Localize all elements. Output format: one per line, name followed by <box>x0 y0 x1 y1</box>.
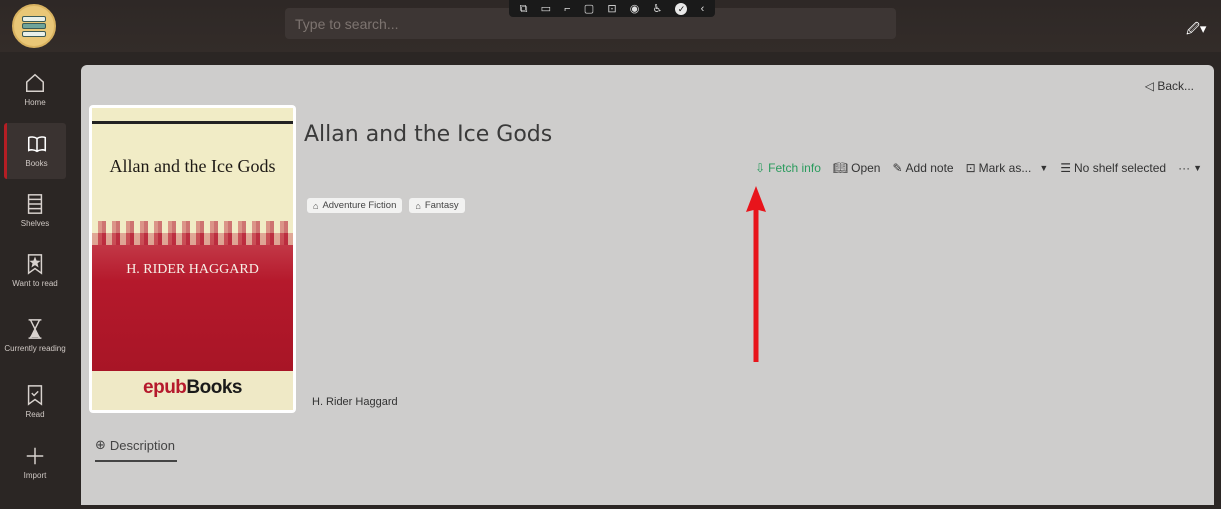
publisher-logo-epub: epub <box>143 377 187 398</box>
tag-list: ⌂ Adventure Fiction ⌂ Fantasy <box>307 198 472 213</box>
fetch-info-label: Fetch info <box>768 161 821 175</box>
screen-add-icon[interactable]: ⧉ <box>520 2 528 16</box>
book-actions-toolbar: ⇩ Fetch info 📖︎ Open ✎ Add note ⊡ Mark a… <box>743 161 1202 175</box>
tag-label: Adventure Fiction <box>322 200 397 211</box>
collapse-icon[interactable]: ‹ <box>701 2 705 16</box>
check-icon[interactable]: ✓ <box>675 2 688 15</box>
sidebar: Home Books Shelves Want to read Currentl… <box>0 52 70 509</box>
mark-as-dropdown[interactable]: ⊡ Mark as... ▼ <box>966 161 1049 175</box>
cover-author: H. RIDER HAGGARD <box>126 262 259 277</box>
pen-menu-icon[interactable]: 🖉▾ <box>1186 20 1206 42</box>
tag-chip[interactable]: ⌂ Fantasy <box>409 198 465 213</box>
sidebar-item-label: Currently reading <box>4 344 66 353</box>
shelf-icon: ☰ <box>1060 161 1072 175</box>
tag-label: Fantasy <box>424 200 459 211</box>
annotation-arrow <box>746 186 766 362</box>
sidebar-item-currently-reading[interactable]: Currently reading <box>4 308 66 364</box>
cover-title: Allan and the Ice Gods <box>109 156 276 176</box>
screens-icon[interactable]: ⊡ <box>607 2 616 16</box>
shelf-label: No shelf selected <box>1074 161 1167 175</box>
caret-down-icon: ▼ <box>1039 163 1049 173</box>
book-cover[interactable]: Allan and the Ice Gods H. RIDER HAGGARD … <box>89 105 296 413</box>
bookmark-check-icon <box>27 385 43 406</box>
bookmark-icon: ⊡ <box>965 161 976 175</box>
cover-image: Allan and the Ice Gods H. RIDER HAGGARD … <box>92 108 293 410</box>
pointer-icon[interactable]: ⌐ <box>564 2 570 16</box>
publisher-logo-books: Books <box>186 377 242 398</box>
fetch-info-button[interactable]: ⇩ Fetch info <box>755 161 821 175</box>
sidebar-item-label: Shelves <box>20 219 50 228</box>
tab-description-label: Description <box>109 437 175 453</box>
globe-icon: ⊕ <box>95 437 106 452</box>
sidebar-item-home[interactable]: Home <box>4 62 66 118</box>
open-label: Open <box>851 161 881 175</box>
sidebar-item-label: Want to read <box>12 279 58 288</box>
book-detail-panel: ◁ Back... Allan and the Ice Gods H. RIDE… <box>81 65 1214 505</box>
hourglass-icon <box>28 319 42 339</box>
back-link[interactable]: ◁ Back... <box>1145 79 1194 93</box>
tag-chip[interactable]: ⌂ Adventure Fiction <box>307 198 403 213</box>
sidebar-item-want-to-read[interactable]: Want to read <box>4 243 66 299</box>
app-logo[interactable] <box>12 4 56 48</box>
sidebar-item-label: Home <box>24 98 46 107</box>
mark-as-label: Mark as... <box>978 161 1032 175</box>
stack-logo-icon <box>22 14 46 38</box>
tag-icon: ⌂ <box>313 200 319 211</box>
window-icon[interactable]: ▢ <box>584 2 594 16</box>
more-label: ··· <box>1178 161 1191 175</box>
home-icon <box>26 73 44 92</box>
open-book-icon: 📖︎ <box>832 161 849 175</box>
book-title: Allan and the Ice Gods <box>304 122 553 147</box>
video-icon[interactable]: ▭ <box>541 2 551 16</box>
sidebar-item-import[interactable]: Import <box>4 435 66 491</box>
sidebar-item-label: Read <box>25 410 45 419</box>
cover-rule <box>92 121 293 124</box>
tab-description[interactable]: ⊕ Description <box>95 437 177 462</box>
shelves-icon <box>27 194 43 214</box>
plus-icon <box>26 447 44 465</box>
cloud-download-icon: ⇩ <box>755 161 766 175</box>
sidebar-item-shelves[interactable]: Shelves <box>4 183 66 239</box>
book-icon <box>27 136 46 153</box>
caret-down-icon: ▼ <box>1193 163 1202 173</box>
sidebar-item-books[interactable]: Books <box>4 123 66 179</box>
bookmark-star-icon <box>27 254 43 275</box>
sidebar-item-label: Books <box>25 159 48 168</box>
add-note-label: Add note <box>905 161 954 175</box>
edit-note-icon: ✎ <box>892 161 903 175</box>
add-note-button[interactable]: ✎ Add note <box>892 161 953 175</box>
overlay-toolbar: ⧉ ▭ ⌐ ▢ ⊡ ◉ ♿ ✓ ‹ <box>509 0 715 17</box>
publisher-logo: epubBooks <box>92 377 293 399</box>
book-author[interactable]: H. Rider Haggard <box>312 396 398 408</box>
shelf-selector[interactable]: ☰ No shelf selected <box>1060 161 1166 175</box>
cover-red-band <box>92 221 293 371</box>
more-actions-button[interactable]: ··· ▼ <box>1178 161 1202 175</box>
sidebar-item-read[interactable]: Read <box>4 374 66 430</box>
broadcast-icon[interactable]: ◉ <box>630 2 640 16</box>
tag-icon: ⌂ <box>415 200 421 211</box>
accessibility-icon[interactable]: ♿ <box>652 2 662 16</box>
open-button[interactable]: 📖︎ Open <box>833 161 881 175</box>
sidebar-item-label: Import <box>23 471 47 480</box>
